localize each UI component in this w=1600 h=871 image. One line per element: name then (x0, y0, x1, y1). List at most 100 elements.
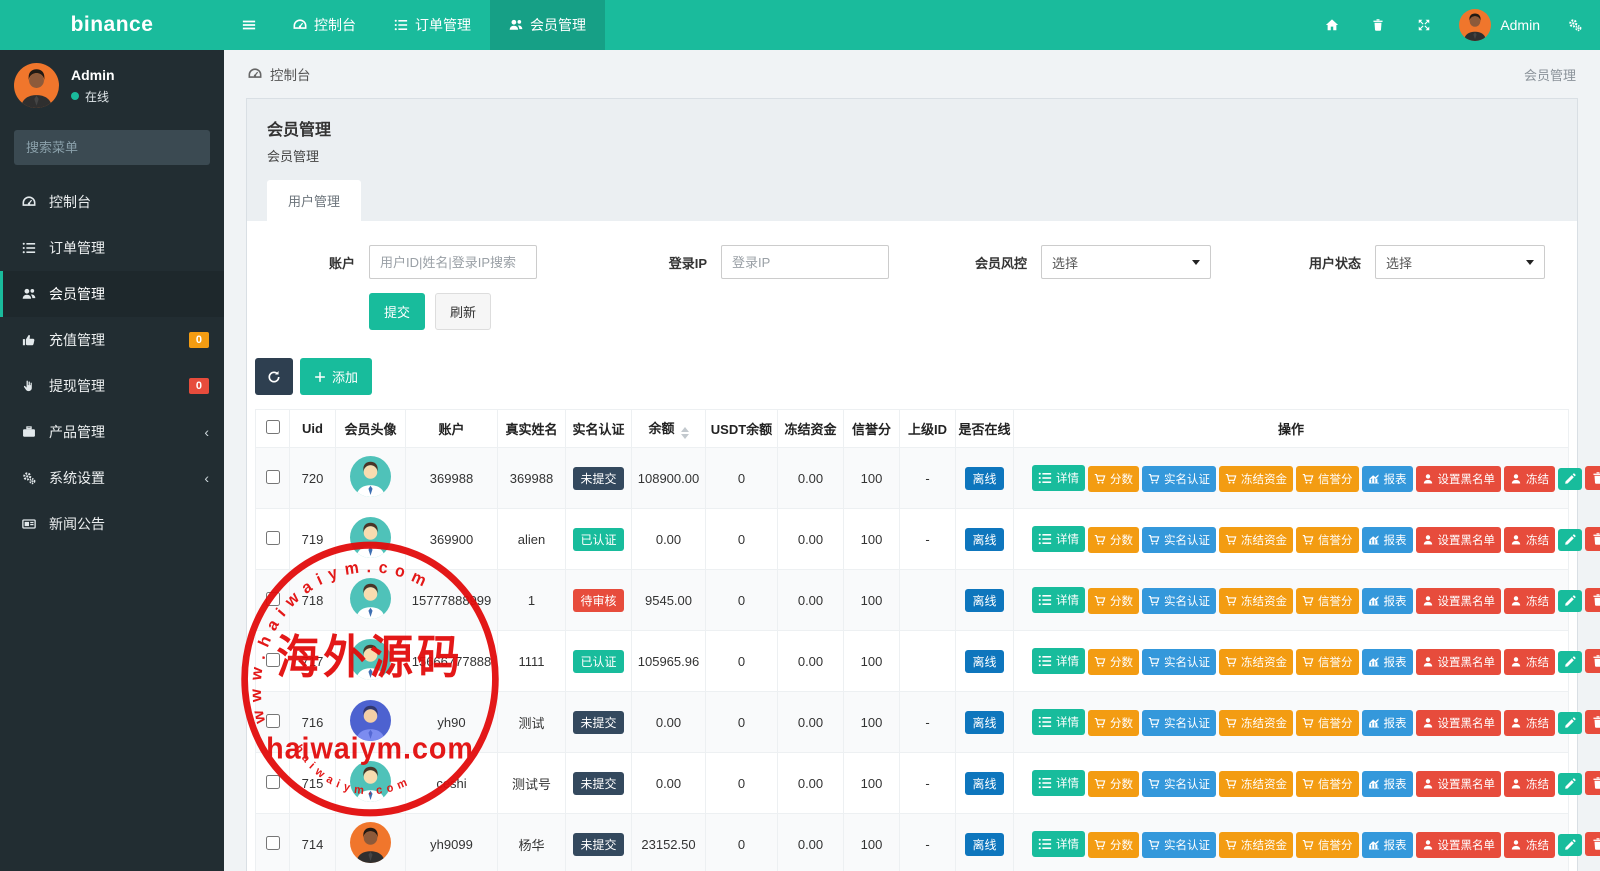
action-button-user[interactable]: 设置黑名单 (1416, 466, 1502, 492)
action-button-cart[interactable]: 分数 (1088, 832, 1139, 858)
top-menu-item[interactable]: 会员管理 (490, 0, 605, 50)
clear-cache-button[interactable] (1359, 0, 1397, 50)
edit-button[interactable] (1558, 651, 1582, 673)
sidebar-toggle-button[interactable] (224, 0, 274, 50)
action-button-chart[interactable]: 报表 (1362, 527, 1413, 553)
action-button-list[interactable]: 详情 (1032, 526, 1085, 552)
add-member-button[interactable]: 添加 (300, 358, 372, 395)
action-button-chart[interactable]: 报表 (1362, 649, 1413, 675)
col-account[interactable]: 账户 (406, 410, 498, 448)
action-button-user[interactable]: 冻结 (1504, 527, 1555, 553)
delete-button[interactable] (1585, 771, 1600, 795)
edit-button[interactable] (1558, 773, 1582, 795)
action-button-user[interactable]: 设置黑名单 (1416, 649, 1502, 675)
action-button-user[interactable]: 冻结 (1504, 710, 1555, 736)
action-button-cart[interactable]: 分数 (1088, 527, 1139, 553)
sidebar-item[interactable]: 新闻公告 (0, 501, 224, 547)
settings-button[interactable] (1556, 0, 1594, 50)
action-button-user[interactable]: 设置黑名单 (1416, 710, 1502, 736)
fullscreen-button[interactable] (1405, 0, 1443, 50)
action-button-user[interactable]: 冻结 (1504, 649, 1555, 675)
row-checkbox[interactable] (266, 531, 280, 545)
edit-button[interactable] (1558, 529, 1582, 551)
action-button-cart[interactable]: 冻结资金 (1219, 771, 1293, 797)
action-button-cart[interactable]: 冻结资金 (1219, 588, 1293, 614)
action-button-cart[interactable]: 实名认证 (1142, 527, 1216, 553)
col-realname[interactable]: 真实姓名 (498, 410, 566, 448)
action-button-cart[interactable]: 冻结资金 (1219, 832, 1293, 858)
action-button-cart[interactable]: 实名认证 (1142, 710, 1216, 736)
edit-button[interactable] (1558, 468, 1582, 490)
user-menu[interactable]: Admin (1451, 9, 1548, 41)
sidebar-item[interactable]: 充值管理0 (0, 317, 224, 363)
sidebar-item[interactable]: 会员管理 (0, 271, 224, 317)
action-button-cart[interactable]: 实名认证 (1142, 649, 1216, 675)
action-button-cart[interactable]: 分数 (1088, 771, 1139, 797)
action-button-cart[interactable]: 信誉分 (1296, 588, 1359, 614)
action-button-chart[interactable]: 报表 (1362, 832, 1413, 858)
sidebar-item[interactable]: 订单管理 (0, 225, 224, 271)
delete-button[interactable] (1585, 832, 1600, 856)
reload-table-button[interactable] (255, 358, 293, 395)
action-button-cart[interactable]: 信誉分 (1296, 466, 1359, 492)
row-checkbox[interactable] (266, 775, 280, 789)
action-button-cart[interactable]: 分数 (1088, 649, 1139, 675)
action-button-cart[interactable]: 信誉分 (1296, 710, 1359, 736)
action-button-cart[interactable]: 分数 (1088, 466, 1139, 492)
submit-button[interactable]: 提交 (369, 293, 425, 330)
col-balance[interactable]: 余额 (632, 410, 706, 448)
action-button-cart[interactable]: 分数 (1088, 588, 1139, 614)
delete-button[interactable] (1585, 649, 1600, 673)
user-status-select[interactable]: 选择 (1375, 245, 1545, 279)
col-usdt[interactable]: USDT余额 (706, 410, 778, 448)
action-button-list[interactable]: 详情 (1032, 770, 1085, 796)
col-parent[interactable]: 上级ID (900, 410, 956, 448)
select-all-checkbox[interactable] (266, 420, 280, 434)
action-button-cart[interactable]: 信誉分 (1296, 832, 1359, 858)
delete-button[interactable] (1585, 466, 1600, 490)
action-button-cart[interactable]: 信誉分 (1296, 771, 1359, 797)
sidebar-item[interactable]: 控制台 (0, 179, 224, 225)
sidebar-search-input[interactable] (14, 130, 210, 165)
action-button-cart[interactable]: 实名认证 (1142, 832, 1216, 858)
delete-button[interactable] (1585, 710, 1600, 734)
action-button-cart[interactable]: 实名认证 (1142, 466, 1216, 492)
action-button-user[interactable]: 冻结 (1504, 588, 1555, 614)
action-button-list[interactable]: 详情 (1032, 709, 1085, 735)
sidebar-item[interactable]: 提现管理0 (0, 363, 224, 409)
col-credit[interactable]: 信誉分 (844, 410, 900, 448)
action-button-chart[interactable]: 报表 (1362, 466, 1413, 492)
row-checkbox[interactable] (266, 836, 280, 850)
action-button-cart[interactable]: 分数 (1088, 710, 1139, 736)
login-ip-input[interactable] (721, 245, 889, 279)
risk-select[interactable]: 选择 (1041, 245, 1211, 279)
delete-button[interactable] (1585, 588, 1600, 612)
action-button-user[interactable]: 设置黑名单 (1416, 527, 1502, 553)
col-avatar[interactable]: 会员头像 (336, 410, 406, 448)
action-button-chart[interactable]: 报表 (1362, 710, 1413, 736)
action-button-cart[interactable]: 冻结资金 (1219, 649, 1293, 675)
action-button-user[interactable]: 冻结 (1504, 832, 1555, 858)
action-button-list[interactable]: 详情 (1032, 831, 1085, 857)
col-online[interactable]: 是否在线 (956, 410, 1014, 448)
edit-button[interactable] (1558, 834, 1582, 856)
action-button-cart[interactable]: 冻结资金 (1219, 527, 1293, 553)
action-button-cart[interactable]: 冻结资金 (1219, 710, 1293, 736)
refresh-button[interactable]: 刷新 (435, 293, 491, 330)
row-checkbox[interactable] (266, 470, 280, 484)
action-button-cart[interactable]: 信誉分 (1296, 527, 1359, 553)
action-button-list[interactable]: 详情 (1032, 587, 1085, 613)
account-search-input[interactable] (369, 245, 537, 279)
action-button-cart[interactable]: 实名认证 (1142, 588, 1216, 614)
row-checkbox[interactable] (266, 592, 280, 606)
row-checkbox[interactable] (266, 653, 280, 667)
action-button-chart[interactable]: 报表 (1362, 588, 1413, 614)
delete-button[interactable] (1585, 527, 1600, 551)
col-frozen[interactable]: 冻结资金 (778, 410, 844, 448)
action-button-list[interactable]: 详情 (1032, 465, 1085, 491)
action-button-cart[interactable]: 冻结资金 (1219, 466, 1293, 492)
row-checkbox[interactable] (266, 714, 280, 728)
action-button-chart[interactable]: 报表 (1362, 771, 1413, 797)
action-button-list[interactable]: 详情 (1032, 648, 1085, 674)
sidebar-item[interactable]: 产品管理‹ (0, 409, 224, 455)
